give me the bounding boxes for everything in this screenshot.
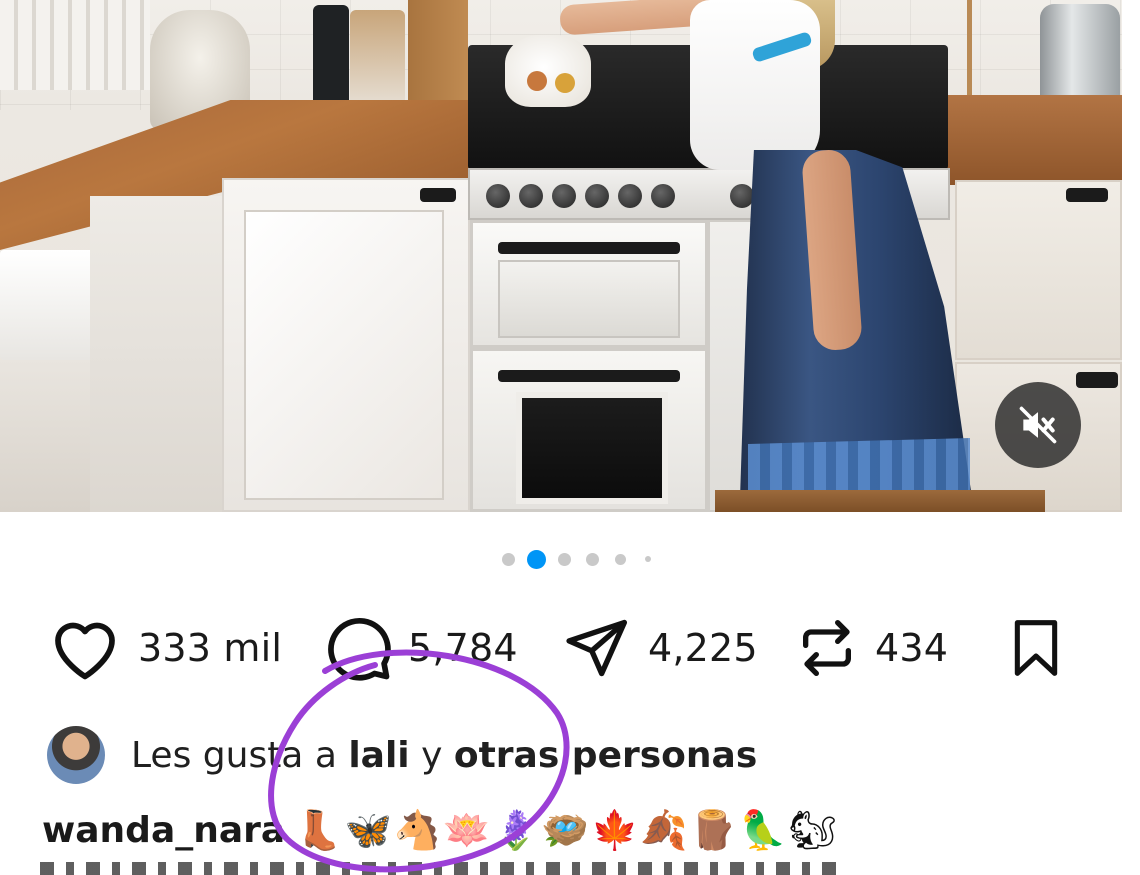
speaker-muted-icon <box>1016 403 1060 447</box>
heart-icon <box>48 615 122 681</box>
bottle <box>313 5 349 107</box>
oven-upper-window <box>498 260 680 338</box>
stove-knob <box>618 184 642 208</box>
table-edge <box>715 490 1045 512</box>
carousel-dot <box>585 552 599 566</box>
share-button[interactable]: 4,225 <box>560 608 758 688</box>
radiator <box>0 0 150 90</box>
caption-emojis: 👢🦋🐴🪷🪻🪺🍁🍂🪵🦜🐿 <box>295 807 839 852</box>
liked-by-row[interactable]: Les gusta a lali y otras personas <box>47 724 757 786</box>
mute-button[interactable] <box>995 382 1081 468</box>
carousel-dot <box>614 553 626 565</box>
post-media[interactable] <box>0 0 1122 512</box>
stove-knob <box>585 184 609 208</box>
carousel-dot <box>557 552 571 566</box>
repost-button[interactable]: 434 <box>795 608 948 688</box>
carousel-indicator <box>0 549 1140 569</box>
cabinet-far-left <box>0 360 90 512</box>
skirt-ruffle <box>748 438 970 498</box>
liked-by-middle: y <box>409 734 454 776</box>
cabinet-left-panel <box>244 210 444 500</box>
comment-bubble-icon <box>322 612 394 684</box>
cutting-board <box>408 0 468 106</box>
liked-by-others[interactable]: otras personas <box>454 735 757 776</box>
comment-count: 5,784 <box>408 626 518 670</box>
avatar[interactable] <box>47 726 105 784</box>
liked-by-text: Les gusta a lali y otras personas <box>131 735 757 776</box>
cabinet-handle <box>420 188 456 202</box>
save-button[interactable] <box>1004 608 1068 688</box>
liked-by-prefix: Les gusta a <box>131 734 349 776</box>
paper-plane-icon <box>560 614 632 682</box>
stove-knob <box>730 184 754 208</box>
liked-by-user[interactable]: lali <box>348 735 409 776</box>
cabinet-handle <box>1066 188 1108 202</box>
cabinet-left-small <box>90 196 225 512</box>
utensil-holder <box>350 10 405 115</box>
stove-knob <box>651 184 675 208</box>
oven-lower-window <box>516 392 668 504</box>
repost-count: 434 <box>875 626 949 670</box>
oven-handle <box>498 242 680 254</box>
like-button[interactable]: 333 mil <box>48 608 282 688</box>
comment-button[interactable]: 5,784 <box>322 608 518 688</box>
stove-knob <box>552 184 576 208</box>
carousel-dot <box>501 552 515 566</box>
repost-arrows-icon <box>795 614 859 682</box>
oven-handle <box>498 370 680 382</box>
cabinet-handle <box>1076 372 1118 388</box>
post-caption: wanda_nara 👢🦋🐴🪷🪻🪺🍁🍂🪵🦜🐿 <box>42 800 839 860</box>
carousel-dot <box>645 556 651 562</box>
person-shirt <box>690 0 820 170</box>
stove-knob <box>486 184 510 208</box>
cabinet-right-top <box>955 180 1122 360</box>
teakettle <box>505 35 591 107</box>
stove-knob <box>519 184 543 208</box>
share-count: 4,225 <box>648 626 758 670</box>
page-edge <box>1122 0 1140 875</box>
carousel-dot-active <box>526 549 546 569</box>
bookmark-icon <box>1004 613 1068 683</box>
caption-username[interactable]: wanda_nara <box>42 810 285 851</box>
caption-next-line-cut <box>40 862 860 875</box>
like-count: 333 mil <box>138 626 283 670</box>
paper-towel-holder <box>940 0 1000 108</box>
